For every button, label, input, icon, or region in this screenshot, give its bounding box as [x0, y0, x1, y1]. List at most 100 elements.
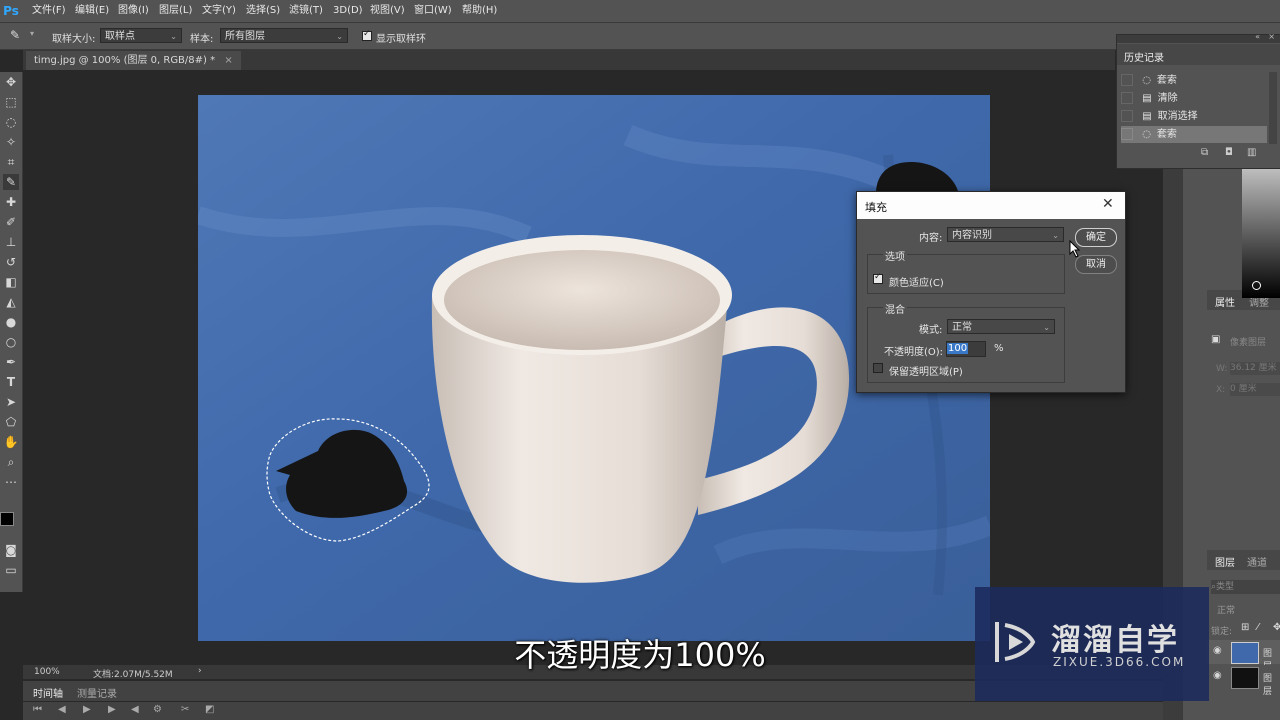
mode-select[interactable]: 正常 ⌄ [947, 319, 1055, 334]
crop-tool-icon[interactable]: ⌗ [3, 154, 19, 170]
layer-search-input[interactable]: ⌕类型 [1211, 580, 1280, 594]
transition-icon[interactable]: ◩ [205, 704, 214, 715]
options-group-label: 选项 [883, 248, 907, 263]
width-field[interactable]: 36.12 厘米 [1230, 362, 1280, 375]
shape-tool-icon[interactable]: ⬠ [3, 414, 19, 430]
history-source-box[interactable] [1121, 110, 1133, 122]
foreground-color-swatch[interactable] [0, 512, 14, 526]
magic-wand-tool-icon[interactable]: ✧ [3, 134, 19, 150]
zoom-tool-icon[interactable]: ⌕ [3, 454, 19, 470]
color-picker-cursor[interactable] [1252, 281, 1261, 290]
history-item-label: 清除 [1157, 93, 1178, 104]
quick-mask-icon[interactable]: ◙ [3, 542, 19, 558]
sample-size-select[interactable]: 取样点 ⌄ [100, 28, 182, 43]
paint-bucket-tool-icon[interactable]: ◭ [3, 294, 19, 310]
previous-frame-icon[interactable]: ◀ [58, 704, 66, 715]
camera-snapshot-icon[interactable]: ◘ [1225, 147, 1233, 158]
collapse-icon[interactable]: « [1255, 32, 1260, 41]
marquee-tool-icon[interactable]: ⬚ [3, 94, 19, 110]
sample-size-label: 取样大小: [52, 34, 96, 45]
content-select[interactable]: 内容识别 ⌄ [947, 227, 1064, 242]
menu-file[interactable]: 文件(F) [32, 0, 66, 22]
eyedropper-tool-icon[interactable]: ✎ [3, 174, 19, 190]
tab-layers[interactable]: 图层 [1215, 554, 1235, 569]
color-picker-field[interactable] [1242, 168, 1280, 298]
watermark-url: ZIXUE.3D66.COM [1053, 655, 1186, 669]
document-title: timg.jpg @ 100% (图层 0, RGB/8#) * [34, 55, 216, 66]
close-icon[interactable]: ✕ [1102, 196, 1114, 212]
blur-tool-icon[interactable]: ● [3, 314, 19, 330]
ok-button[interactable]: 确定 [1075, 228, 1117, 247]
menu-image[interactable]: 图像(I) [118, 0, 149, 22]
screen-mode-icon[interactable]: ▭ [3, 562, 19, 578]
history-item[interactable]: ▤ 取消选择 [1121, 108, 1267, 125]
brush-tool-icon[interactable]: ✐ [3, 214, 19, 230]
chevron-down-icon: ⌄ [1052, 231, 1059, 240]
history-item[interactable]: ▤ 清除 [1121, 90, 1267, 107]
cancel-button[interactable]: 取消 [1075, 255, 1117, 274]
menu-filter[interactable]: 滤镜(T) [289, 0, 323, 22]
settings-gear-icon[interactable]: ⚙ [153, 704, 162, 715]
move-tool-icon[interactable]: ✥ [3, 74, 19, 90]
menu-window[interactable]: 窗口(W) [414, 0, 452, 22]
tool-preset-arrow-icon[interactable]: ▾ [30, 29, 34, 38]
first-frame-icon[interactable]: ⏮ [33, 704, 42, 715]
history-brush-tool-icon[interactable]: ↺ [3, 254, 19, 270]
chevron-down-icon: ⌄ [1043, 323, 1050, 332]
history-scrollbar[interactable] [1269, 72, 1277, 144]
eyedropper-icon[interactable]: ✎ [10, 28, 20, 42]
play-icon[interactable]: ▶ [83, 704, 91, 715]
menu-type[interactable]: 文字(Y) [202, 0, 236, 22]
audio-icon[interactable]: ◀ [131, 704, 139, 715]
tab-properties[interactable]: 属性 [1215, 294, 1235, 309]
menu-3d[interactable]: 3D(D) [333, 0, 363, 22]
close-icon[interactable]: × [1268, 32, 1275, 41]
menu-view[interactable]: 视图(V) [370, 0, 405, 22]
opacity-input[interactable]: 100 [946, 341, 986, 357]
sample-size-value: 取样点 [105, 31, 135, 42]
lasso-tool-icon[interactable]: ◌ [3, 114, 19, 130]
close-icon[interactable]: × [224, 55, 232, 66]
tab-timeline[interactable]: 时间轴 [33, 685, 63, 700]
path-selection-tool-icon[interactable]: ➤ [3, 394, 19, 410]
trash-icon[interactable]: ▥ [1247, 147, 1256, 158]
split-icon[interactable]: ✂ [181, 704, 189, 715]
dodge-tool-icon[interactable]: ○ [3, 334, 19, 350]
healing-brush-tool-icon[interactable]: ✚ [3, 194, 19, 210]
clone-stamp-tool-icon[interactable]: ⊥ [3, 234, 19, 250]
mode-value: 正常 [952, 322, 972, 333]
layer-blend-mode[interactable]: 正常 [1217, 603, 1235, 616]
history-source-box[interactable] [1121, 128, 1133, 140]
type-tool-icon[interactable]: T [3, 374, 19, 390]
show-ring-checkbox[interactable] [362, 29, 372, 41]
lasso-icon: ◌ [1142, 129, 1151, 140]
x-field[interactable]: 0 厘米 [1230, 383, 1280, 396]
color-adaptation-checkbox[interactable] [873, 272, 883, 284]
history-item-active[interactable]: ◌ 套索 [1121, 126, 1267, 143]
fill-dialog: 填充 ✕ 内容: 内容识别 ⌄ 确定 取消 选项 颜色适应(C) 混合 模式: 正… [856, 191, 1126, 393]
dialog-title: 填充 [865, 201, 887, 214]
pen-tool-icon[interactable]: ✒ [3, 354, 19, 370]
timeline-controls: ⏮ ◀ ▶ ▶ ◀ ⚙ ✂ ◩ [23, 702, 1183, 720]
menu-layer[interactable]: 图层(L) [159, 0, 192, 22]
sample-select[interactable]: 所有图层 ⌄ [220, 28, 348, 43]
history-source-box[interactable] [1121, 74, 1133, 86]
eraser-tool-icon[interactable]: ◧ [3, 274, 19, 290]
new-document-icon[interactable]: ⧉ [1201, 147, 1208, 158]
hand-tool-icon[interactable]: ✋ [3, 434, 19, 450]
pixel-layer-icon: ▣ [1211, 334, 1221, 345]
menu-edit[interactable]: 编辑(E) [75, 0, 109, 22]
menu-select[interactable]: 选择(S) [246, 0, 280, 22]
opacity-label: 不透明度(O): [884, 347, 944, 358]
photoshop-logo: Ps [3, 4, 19, 18]
menu-help[interactable]: 帮助(H) [462, 0, 497, 22]
history-title[interactable]: 历史记录 [1124, 49, 1164, 64]
tab-measurement-log[interactable]: 测量记录 [77, 685, 117, 700]
history-item[interactable]: ◌ 套索 [1121, 72, 1267, 89]
history-source-box[interactable] [1121, 92, 1133, 104]
document-tab[interactable]: timg.jpg @ 100% (图层 0, RGB/8#) * × [26, 51, 241, 70]
more-tools-icon[interactable]: ⋯ [3, 474, 19, 490]
next-frame-icon[interactable]: ▶ [108, 704, 116, 715]
preserve-transparency-checkbox[interactable] [873, 363, 883, 373]
tab-channels[interactable]: 通道 [1247, 554, 1267, 569]
